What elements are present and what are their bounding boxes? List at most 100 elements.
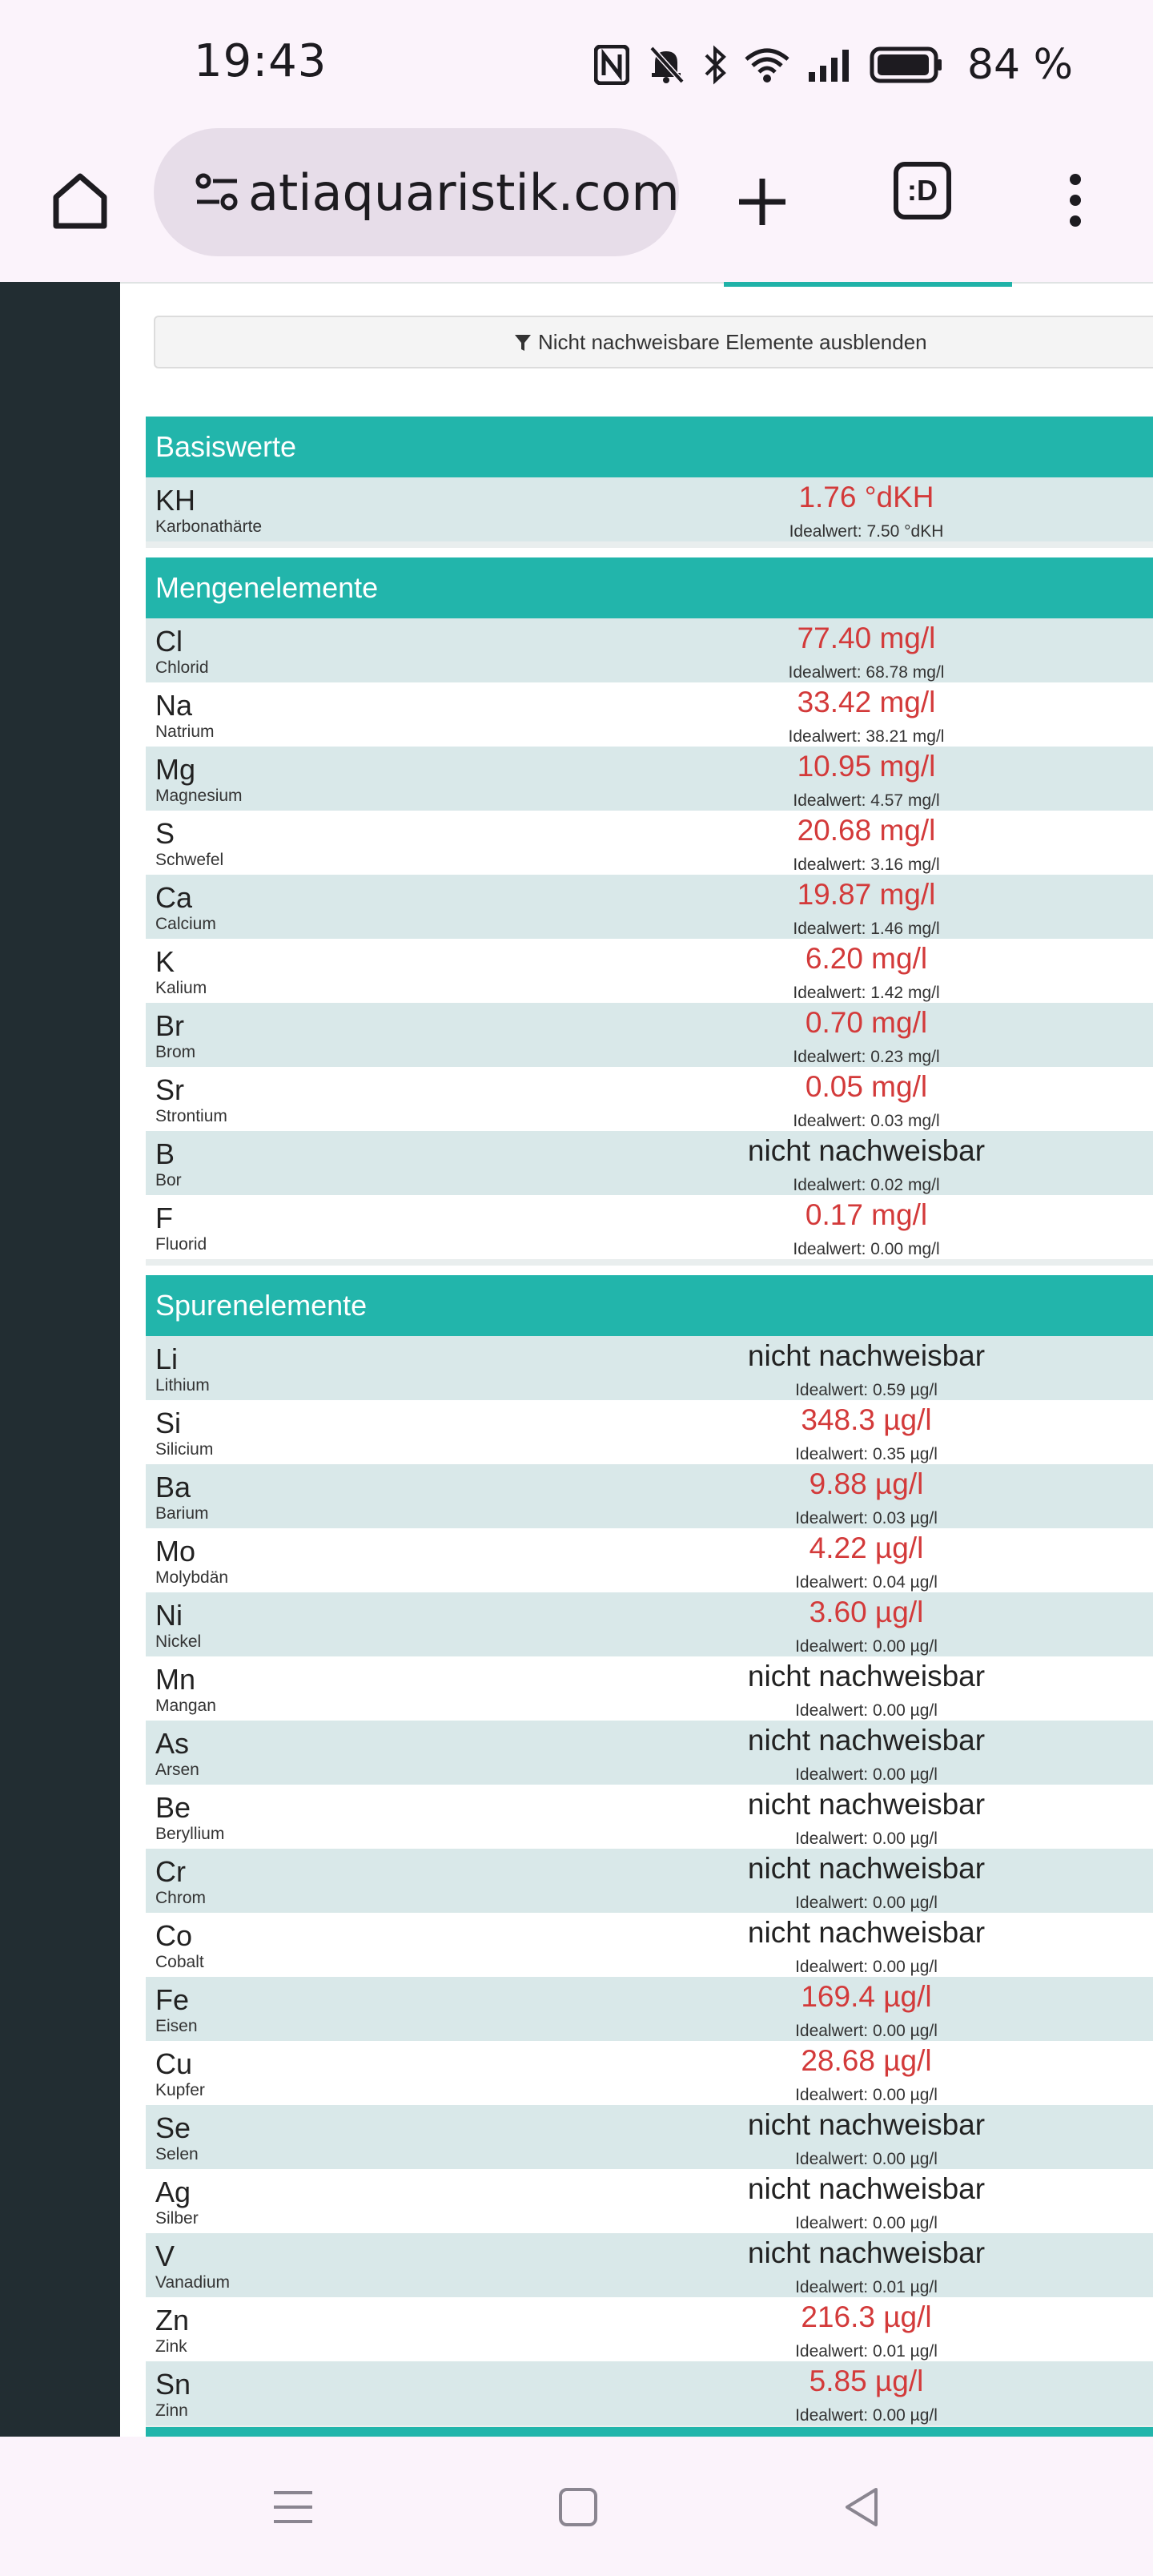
home-square-icon bbox=[559, 2488, 597, 2526]
active-tab-indicator bbox=[724, 282, 1012, 287]
table-row: K Kalium 6.20 mg/l Idealwert: 1.42 mg/l bbox=[146, 939, 1153, 1003]
table-row: As Arsen nicht nachweisbar Idealwert: 0.00 … bbox=[146, 1721, 1153, 1785]
element-symbol: Ag bbox=[155, 2176, 191, 2208]
table-row: Br Brom 0.70 mg/l Idealwert: 0.23 mg/l bbox=[146, 1003, 1153, 1067]
ideal-value: Idealwert: 68.78 mg/l bbox=[788, 663, 945, 682]
element-name: Barium bbox=[155, 1504, 209, 1523]
site-settings-icon[interactable] bbox=[192, 167, 243, 222]
address-bar[interactable]: atiaquaristik.com bbox=[154, 128, 679, 256]
ideal-value: Idealwert: 0.00 µg/l bbox=[795, 2150, 938, 2168]
element-name: Beryllium bbox=[155, 1825, 225, 1843]
element-name: Silber bbox=[155, 2209, 199, 2228]
table-row: Be Beryllium nicht nachweisbar Idealwert: 0… bbox=[146, 1785, 1153, 1849]
element-name: Molybdän bbox=[155, 1568, 229, 1587]
measured-value: 0.70 mg/l bbox=[805, 1006, 928, 1039]
recents-button[interactable] bbox=[264, 2478, 322, 2536]
element-name: Silicium bbox=[155, 1440, 214, 1459]
menu-icon bbox=[274, 2491, 312, 2523]
browser-toolbar: atiaquaristik.com :D bbox=[0, 128, 1153, 282]
ideal-value: Idealwert: 0.00 µg/l bbox=[795, 1958, 938, 1976]
filter-label: Nicht nachweisbare Elemente ausblenden bbox=[538, 330, 927, 354]
ideal-value: Idealwert: 0.00 µg/l bbox=[795, 2406, 938, 2425]
hide-undetectable-button[interactable]: Nicht nachweisbare Elemente ausblenden bbox=[154, 316, 1153, 368]
element-symbol: Mn bbox=[155, 1663, 196, 1696]
element-symbol: Co bbox=[155, 1919, 193, 1952]
measured-value: 77.40 mg/l bbox=[797, 622, 936, 654]
element-symbol: Si bbox=[155, 1407, 182, 1439]
section-title: Basiswerte bbox=[146, 417, 1153, 477]
url-text[interactable]: atiaquaristik.com bbox=[248, 163, 679, 222]
element-symbol: KH bbox=[155, 484, 196, 517]
battery-icon bbox=[870, 46, 943, 83]
element-name: Strontium bbox=[155, 1107, 227, 1125]
ideal-value: Idealwert: 0.01 µg/l bbox=[795, 2342, 938, 2361]
measured-value: 0.05 mg/l bbox=[805, 1070, 928, 1103]
table-row: Na Natrium 33.42 mg/l Idealwert: 38.21 mg/l bbox=[146, 682, 1153, 747]
element-name: Natrium bbox=[155, 722, 215, 741]
ideal-value: Idealwert: 4.57 mg/l bbox=[793, 791, 940, 810]
measured-value: nicht nachweisbar bbox=[747, 2236, 986, 2269]
table-row: B Bor nicht nachweisbar Idealwert: 0.02 mg/… bbox=[146, 1131, 1153, 1195]
measured-value: 216.3 µg/l bbox=[801, 2300, 932, 2333]
table-row: Ca Calcium 19.87 mg/l Idealwert: 1.46 mg/l bbox=[146, 875, 1153, 939]
measured-value: nicht nachweisbar bbox=[747, 1916, 986, 1949]
measured-value: 0.17 mg/l bbox=[805, 1198, 928, 1231]
element-symbol: Se bbox=[155, 2111, 191, 2144]
new-tab-button[interactable] bbox=[721, 160, 804, 244]
table-row: Si Silicium 348.3 µg/l Idealwert: 0.35 µg/l bbox=[146, 1400, 1153, 1464]
element-name: Lithium bbox=[155, 1376, 210, 1395]
table-row: Se Selen nicht nachweisbar Idealwert: 0.00 … bbox=[146, 2105, 1153, 2169]
back-button[interactable] bbox=[833, 2478, 890, 2536]
section-title: Spurenelemente bbox=[146, 1275, 1153, 1336]
filter-icon bbox=[515, 334, 531, 351]
table-row: Ni Nickel 3.60 µg/l Idealwert: 0.00 µg/l bbox=[146, 1592, 1153, 1656]
table-row: Sr Strontium 0.05 mg/l Idealwert: 0.03 mg/l bbox=[146, 1067, 1153, 1131]
home-button[interactable] bbox=[40, 160, 120, 240]
element-symbol: S bbox=[155, 817, 175, 850]
element-symbol: V bbox=[155, 2240, 175, 2272]
element-name: Chrom bbox=[155, 1889, 207, 1907]
element-symbol: Li bbox=[155, 1342, 179, 1375]
element-name: Kupfer bbox=[155, 2081, 205, 2099]
element-symbol: Sn bbox=[155, 2368, 191, 2401]
table-row: Cu Kupfer 28.68 µg/l Idealwert: 0.00 µg/l bbox=[146, 2041, 1153, 2105]
sidebar bbox=[0, 282, 120, 2437]
more-options-button[interactable] bbox=[1055, 160, 1095, 240]
element-name: Nickel bbox=[155, 1632, 202, 1651]
web-content: Nicht nachweisbare Elemente ausblenden B… bbox=[0, 282, 1153, 2437]
element-name: Zink bbox=[155, 2337, 187, 2356]
home-nav-button[interactable] bbox=[549, 2478, 607, 2536]
ideal-value: Idealwert: 0.23 mg/l bbox=[793, 1048, 940, 1066]
system-navigation-bar bbox=[0, 2437, 1153, 2576]
ideal-value: Idealwert: 0.00 µg/l bbox=[795, 2022, 938, 2040]
ideal-value: Idealwert: 0.01 µg/l bbox=[795, 2278, 938, 2296]
element-name: Arsen bbox=[155, 1761, 199, 1779]
ideal-value: Idealwert: 1.42 mg/l bbox=[793, 984, 940, 1002]
element-symbol: Mo bbox=[155, 1535, 196, 1568]
measured-value: 1.76 °dKH bbox=[798, 481, 934, 513]
home-icon bbox=[53, 173, 107, 229]
element-name: Fluorid bbox=[155, 1235, 207, 1254]
ideal-value: Idealwert: 0.00 µg/l bbox=[795, 2086, 938, 2104]
measured-value: nicht nachweisbar bbox=[747, 1134, 986, 1167]
element-symbol: Ba bbox=[155, 1471, 191, 1503]
element-name: Karbonathärte bbox=[155, 517, 263, 536]
status-time: 19:43 bbox=[194, 35, 327, 87]
table-row: Cr Chrom nicht nachweisbar Idealwert: 0.00 … bbox=[146, 1849, 1153, 1913]
table-row: Fe Eisen 169.4 µg/l Idealwert: 0.00 µg/l bbox=[146, 1977, 1153, 2041]
ideal-value: Idealwert: 7.50 °dKH bbox=[789, 522, 944, 541]
element-name: Zinn bbox=[155, 2401, 188, 2420]
measured-value: 4.22 µg/l bbox=[809, 1532, 924, 1564]
menu-dot bbox=[1070, 174, 1081, 185]
element-symbol: Mg bbox=[155, 753, 196, 786]
table-row: Ag Silber nicht nachweisbar Idealwert: 0.00… bbox=[146, 2169, 1153, 2233]
tab-switcher-button[interactable]: :D bbox=[894, 162, 951, 219]
element-name: Kalium bbox=[155, 979, 207, 997]
table-row: Sn Zinn 5.85 µg/l Idealwert: 0.00 µg/l bbox=[146, 2361, 1153, 2425]
measured-value: 10.95 mg/l bbox=[797, 750, 936, 783]
table-row: Co Cobalt nicht nachweisbar Idealwert: 0.00… bbox=[146, 1913, 1153, 1977]
element-name: Magnesium bbox=[155, 787, 243, 805]
element-name: Vanadium bbox=[155, 2273, 231, 2292]
bluetooth-icon bbox=[703, 44, 727, 86]
status-bar: 19:43 84 % bbox=[0, 0, 1153, 128]
